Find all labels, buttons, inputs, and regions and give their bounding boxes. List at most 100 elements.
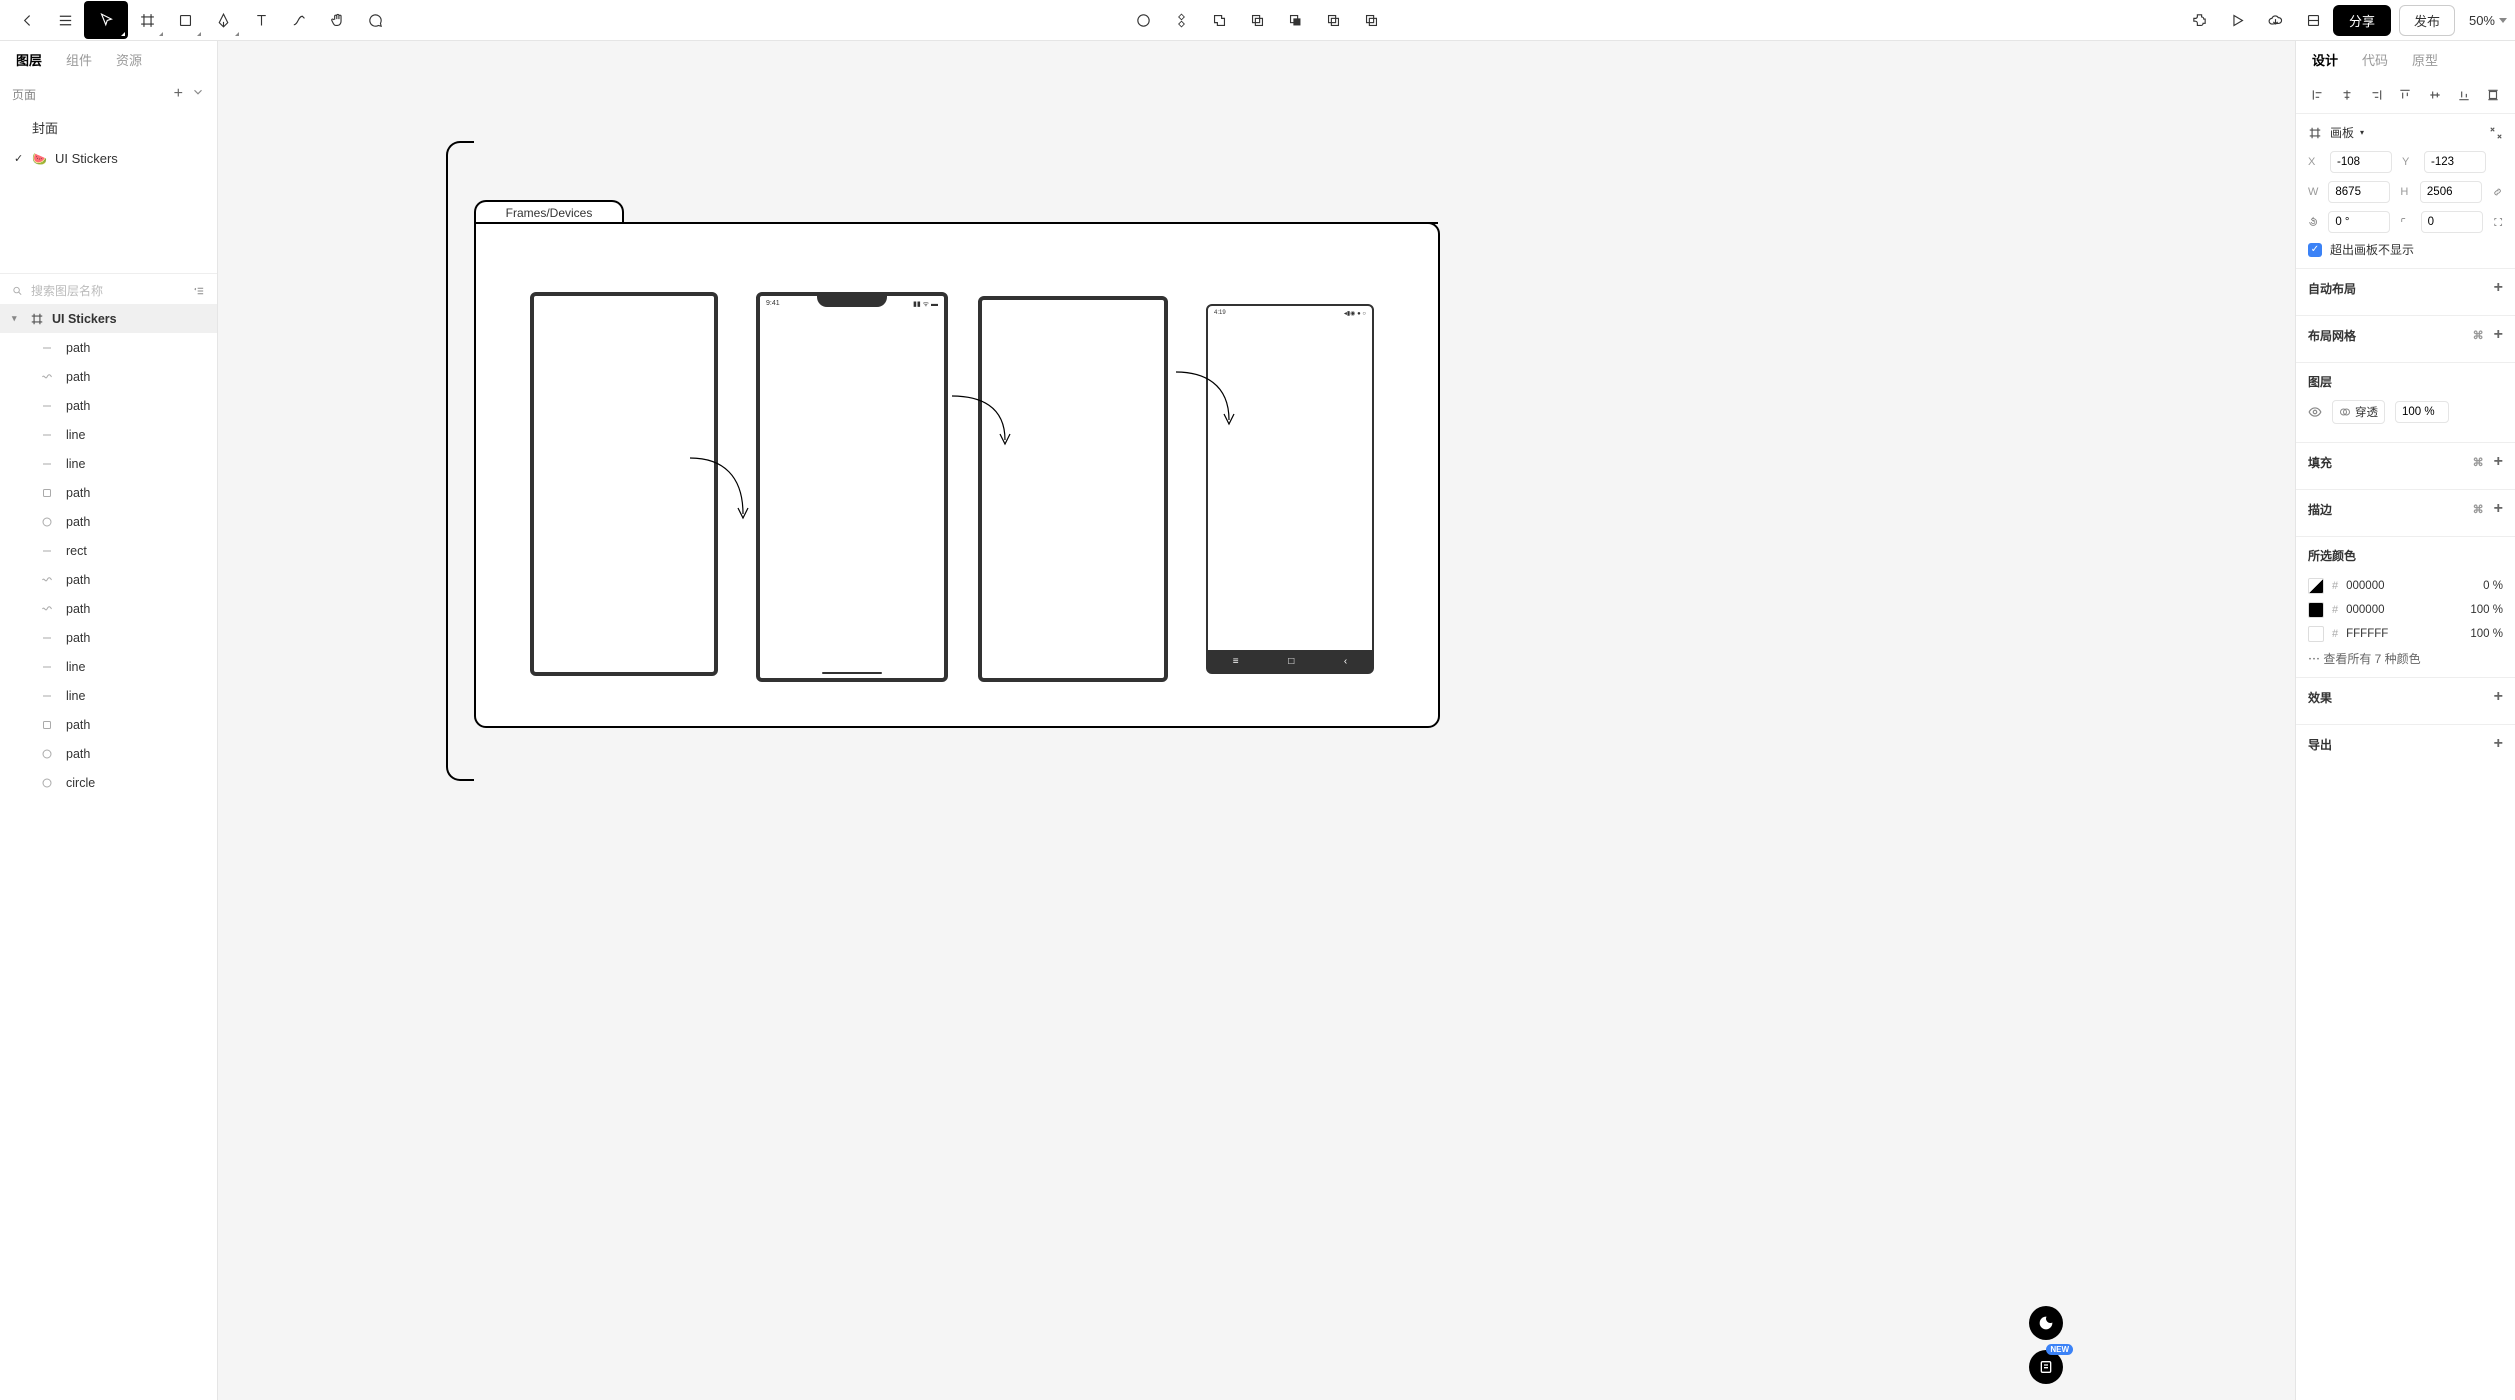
color-row[interactable]: #FFFFFF100 % [2308,622,2503,646]
layer-item[interactable]: path [0,623,217,652]
comment-tool[interactable] [356,1,394,39]
fit-icon[interactable] [2489,126,2503,140]
layer-item[interactable]: line [0,420,217,449]
layer-section-label: 图层 [2308,373,2332,390]
zoom-control[interactable]: 50% [2469,13,2507,28]
curve-tool[interactable] [280,1,318,39]
layer-item[interactable]: line [0,681,217,710]
chevron-down-icon[interactable] [191,85,205,99]
see-all-colors[interactable]: ⋯ 查看所有 7 种颜色 [2308,646,2503,667]
frame-preset-select[interactable]: 画板 ▾ [2330,124,2364,141]
shape-tool[interactable] [166,1,204,39]
union-tool[interactable] [1201,1,1239,39]
link-icon[interactable] [2492,185,2503,199]
layer-item[interactable]: path [0,507,217,536]
eye-icon[interactable] [2308,405,2322,419]
page-item[interactable]: ✓ 🍉 UI Stickers [0,144,217,173]
add-export-button[interactable]: + [2494,735,2503,753]
y-input[interactable] [2424,151,2486,173]
component-tool[interactable] [1163,1,1201,39]
tab-code[interactable]: 代码 [2362,50,2388,69]
color-row[interactable]: #000000100 % [2308,598,2503,622]
add-autolayout-button[interactable]: + [2494,279,2503,297]
align-center-v-button[interactable] [2425,85,2445,105]
h-input[interactable] [2420,181,2482,203]
tab-assets[interactable]: 资源 [116,50,142,69]
layer-item[interactable]: path [0,362,217,391]
move-tool[interactable] [84,1,128,39]
align-center-h-button[interactable] [2337,85,2357,105]
distribute-button[interactable] [2483,85,2503,105]
device-frame-android[interactable]: 4:19 ◂▮◉ ● ○ ≡ □ ‹ [1206,304,1374,674]
layer-frame-root[interactable]: ▾ UI Stickers [0,304,217,333]
add-fill-button[interactable]: + [2494,453,2503,471]
share-button[interactable]: 分享 [2333,5,2391,36]
pen-tool[interactable] [204,1,242,39]
device-frame-plain-2[interactable] [978,296,1168,682]
rotation-icon [2308,215,2318,229]
layer-item[interactable]: path [0,333,217,362]
theme-toggle-button[interactable] [2029,1306,2063,1340]
mask-tool[interactable] [1125,1,1163,39]
rotation-input[interactable] [2328,211,2390,233]
notes-button[interactable]: NEW [2029,1350,2063,1384]
layer-item[interactable]: path [0,594,217,623]
page-item[interactable]: 封面 [0,111,217,144]
play-button[interactable] [2219,1,2257,39]
intersect-tool[interactable] [1277,1,1315,39]
layer-item[interactable]: line [0,652,217,681]
publish-button[interactable]: 发布 [2399,5,2455,36]
tab-design[interactable]: 设计 [2312,50,2338,69]
w-input[interactable] [2328,181,2390,203]
device-frame-plain[interactable] [530,292,718,676]
alignment-row [2296,77,2515,114]
layer-search-input[interactable] [31,284,186,298]
layer-item[interactable]: path [0,710,217,739]
line-icon [40,341,54,355]
page-name: 封面 [32,118,58,137]
layer-item[interactable]: line [0,449,217,478]
align-right-button[interactable] [2366,85,2386,105]
hand-tool[interactable] [318,1,356,39]
plugins-button[interactable] [2181,1,2219,39]
align-top-button[interactable] [2395,85,2415,105]
circle-icon [40,776,54,790]
add-grid-button[interactable]: + [2494,326,2503,344]
layer-item[interactable]: circle [0,768,217,797]
view-button[interactable] [2295,1,2333,39]
opacity-input[interactable] [2395,401,2449,423]
layer-item[interactable]: rect [0,536,217,565]
cloud-button[interactable] [2257,1,2295,39]
layer-name: UI Stickers [52,312,117,326]
blend-mode[interactable]: 穿透 [2355,404,2378,420]
clip-checkbox[interactable]: ✓ [2308,243,2322,257]
layer-item[interactable]: path [0,391,217,420]
add-effect-button[interactable]: + [2494,688,2503,706]
x-input[interactable] [2330,151,2392,173]
folder-tab: Frames/Devices [474,200,624,224]
exclude-tool[interactable] [1315,1,1353,39]
add-stroke-button[interactable]: + [2494,500,2503,518]
tab-components[interactable]: 组件 [66,50,92,69]
subtract-tool[interactable] [1239,1,1277,39]
align-bottom-button[interactable] [2454,85,2474,105]
tab-prototype[interactable]: 原型 [2412,50,2438,69]
layer-item[interactable]: path [0,478,217,507]
menu-button[interactable] [46,1,84,39]
layer-name: line [66,660,85,674]
independent-corners-icon[interactable] [2493,215,2503,229]
align-left-button[interactable] [2308,85,2328,105]
frame-tool[interactable] [128,1,166,39]
canvas[interactable]: Frames/Devices 9:41 ▮▮ ᯤ ▬ [218,41,2295,1400]
flatten-tool[interactable] [1353,1,1391,39]
text-tool[interactable] [242,1,280,39]
color-row[interactable]: #0000000 % [2308,574,2503,598]
device-frame-iphone[interactable]: 9:41 ▮▮ ᯤ ▬ [756,292,948,682]
radius-input[interactable] [2421,211,2483,233]
tab-layers[interactable]: 图层 [16,50,42,69]
list-collapse-icon[interactable] [194,284,205,298]
back-button[interactable] [8,1,46,39]
add-page-button[interactable]: + [174,85,183,103]
layer-item[interactable]: path [0,739,217,768]
layer-item[interactable]: path [0,565,217,594]
